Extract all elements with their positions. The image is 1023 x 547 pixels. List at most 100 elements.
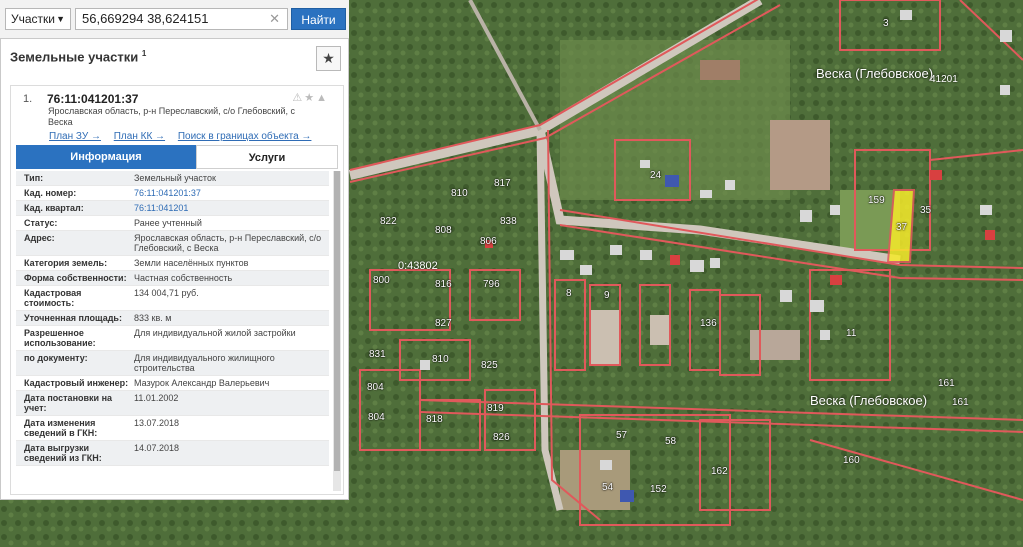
info-value[interactable]: 76:11:041201 bbox=[130, 201, 329, 215]
scrollbar[interactable] bbox=[333, 171, 341, 491]
info-value: 833 кв. м bbox=[134, 313, 172, 323]
info-value: Ярославская область, р-н Переславский, с… bbox=[134, 233, 322, 253]
parcel-label: 819 bbox=[487, 403, 504, 414]
parcel-label: 161 bbox=[938, 378, 955, 389]
info-row: Адрес: Ярославская область, р-н Переславс… bbox=[16, 231, 329, 256]
parcel-label: 58 bbox=[665, 436, 677, 447]
info-value: 11.01.2002 bbox=[134, 393, 179, 403]
info-key: Кадастровая стоимость: bbox=[24, 288, 82, 308]
info-row: Разрешенное использование: Для индивидуал… bbox=[16, 326, 329, 351]
info-key: Разрешенное использование: bbox=[24, 328, 96, 348]
star-icon[interactable]: ★ bbox=[304, 92, 316, 104]
parcel-label: 152 bbox=[650, 484, 667, 495]
info-row: по документу: Для индивидуального жилищно… bbox=[16, 351, 329, 376]
parcel-label: 804 bbox=[367, 382, 384, 393]
parcel-label: 817 bbox=[494, 178, 511, 189]
selected-parcel-label: 37 bbox=[896, 222, 908, 233]
parcel-label: 35 bbox=[920, 205, 932, 216]
info-row: Уточненная площадь: 833 кв. м bbox=[16, 311, 329, 326]
search-type-select[interactable]: Участки ▼ bbox=[5, 8, 71, 30]
info-value: Земли населённых пунктов bbox=[134, 258, 249, 268]
plan-kk-link[interactable]: План КК → bbox=[114, 131, 165, 142]
parcel-label: 810 bbox=[432, 354, 449, 365]
info-key: Кад. квартал: bbox=[24, 203, 84, 213]
favorite-star-button[interactable]: ★ bbox=[316, 46, 341, 71]
parcel-address: Ярославская область, р-н Переславский, с… bbox=[48, 106, 296, 127]
info-row: Тип: Земельный участок bbox=[16, 171, 329, 186]
chevron-up-icon[interactable]: ▲ bbox=[316, 92, 329, 104]
panel-title: Земельные участки 1 bbox=[10, 49, 146, 64]
info-key: по документу: bbox=[24, 353, 88, 363]
info-row: Дата изменения сведений в ГКН: 13.07.2018 bbox=[16, 416, 329, 441]
parcel-label: 3 bbox=[883, 18, 889, 29]
parcel-label: 8 bbox=[566, 288, 572, 299]
village-label: Веска (Глебовское) bbox=[810, 393, 928, 408]
parcel-label: 825 bbox=[481, 360, 498, 371]
info-key: Адрес: bbox=[24, 233, 55, 243]
info-value[interactable]: 76:11:041201:37 bbox=[130, 186, 329, 200]
parcel-label: 831 bbox=[369, 349, 386, 360]
card-actions: ⚠★▲ bbox=[292, 91, 329, 104]
info-value: Мазурок Александр Валерьевич bbox=[134, 378, 270, 388]
search-input[interactable]: 56,669294 38,624151 ✕ bbox=[75, 8, 288, 30]
parcel-label: 796 bbox=[483, 279, 500, 290]
quarter-label: 41201 bbox=[930, 74, 958, 85]
parcel-label: 818 bbox=[426, 414, 443, 425]
info-value: Земельный участок bbox=[134, 173, 216, 183]
info-key: Кадастровый инженер: bbox=[24, 378, 129, 388]
parcel-label: 808 bbox=[435, 225, 452, 236]
parcel-label: 160 bbox=[843, 455, 860, 466]
info-table: Тип: Земельный участок Кад. номер: 76:11:04… bbox=[16, 171, 329, 466]
info-value: 13.07.2018 bbox=[134, 418, 180, 428]
info-key: Уточненная площадь: bbox=[24, 313, 122, 323]
info-row: Дата постановки на учет: 11.01.2002 bbox=[16, 391, 329, 416]
info-row: Дата выгрузки сведений из ГКН: 14.07.2018 bbox=[16, 441, 329, 466]
card-links: План ЗУ → План КК → Поиск в границах объ… bbox=[49, 131, 321, 142]
card-tabs: Информация Услуги bbox=[16, 145, 338, 169]
parcel-card: 1. 76:11:041201:37 ⚠★▲ Ярославская облас… bbox=[10, 85, 344, 495]
info-key: Категория земель: bbox=[24, 258, 108, 268]
info-row: Форма собственности: Частная собственност… bbox=[16, 271, 329, 286]
info-row: Кадастровая стоимость: 134 004,71 руб. bbox=[16, 286, 329, 311]
info-key: Тип: bbox=[24, 173, 44, 183]
parcel-label: 24 bbox=[650, 170, 662, 181]
parcel-label: 161 bbox=[952, 397, 969, 408]
warning-icon[interactable]: ⚠ bbox=[292, 92, 304, 104]
info-value: Ранее учтенный bbox=[134, 218, 202, 228]
parcel-label: 136 bbox=[700, 318, 717, 329]
village-label: Веска (Глебовское) bbox=[816, 66, 934, 81]
parcel-label: 159 bbox=[868, 195, 885, 206]
block-label: 0:43802 bbox=[398, 260, 438, 272]
parcel-label: 838 bbox=[500, 216, 517, 227]
parcel-label: 810 bbox=[451, 188, 468, 199]
results-panel: Земельные участки 1 ★ 1. 76:11:041201:37… bbox=[0, 38, 349, 500]
info-row: Категория земель: Земли населённых пункто… bbox=[16, 256, 329, 271]
item-index: 1. bbox=[23, 93, 33, 105]
search-bar: Участки ▼ 56,669294 38,624151 ✕ Найти bbox=[0, 0, 349, 39]
info-value: 14.07.2018 bbox=[134, 443, 180, 453]
panel-title-text: Земельные участки bbox=[10, 49, 139, 65]
info-row: Кад. квартал: 76:11:041201 bbox=[16, 201, 329, 216]
info-value: Для индивидуальной жилой застройки bbox=[134, 328, 296, 338]
parcel-label: 806 bbox=[480, 236, 497, 247]
parcel-label: 816 bbox=[435, 279, 452, 290]
search-button[interactable]: Найти bbox=[291, 8, 346, 30]
chevron-down-icon: ▼ bbox=[56, 14, 65, 24]
info-key: Статус: bbox=[24, 218, 58, 228]
info-key: Дата выгрузки сведений из ГКН: bbox=[24, 443, 102, 463]
info-key: Дата постановки на учет: bbox=[24, 393, 113, 413]
panel-title-count: 1 bbox=[141, 49, 147, 58]
info-row: Кад. номер: 76:11:041201:37 bbox=[16, 186, 329, 201]
parcel-label: 800 bbox=[373, 275, 390, 286]
parcel-label: 57 bbox=[616, 430, 628, 441]
search-in-bounds-link[interactable]: Поиск в границах объекта → bbox=[178, 131, 312, 142]
tab-info[interactable]: Информация bbox=[16, 145, 196, 169]
tab-services[interactable]: Услуги bbox=[196, 145, 338, 169]
plan-zu-link[interactable]: План ЗУ → bbox=[49, 131, 101, 142]
info-row: Кадастровый инженер: Мазурок Александр Ва… bbox=[16, 376, 329, 391]
clear-icon[interactable]: ✕ bbox=[269, 9, 280, 29]
parcel-label: 11 bbox=[846, 328, 857, 339]
parcel-label: 162 bbox=[711, 466, 728, 477]
info-key: Кад. номер: bbox=[24, 188, 77, 198]
scrollbar-thumb[interactable] bbox=[334, 171, 340, 471]
